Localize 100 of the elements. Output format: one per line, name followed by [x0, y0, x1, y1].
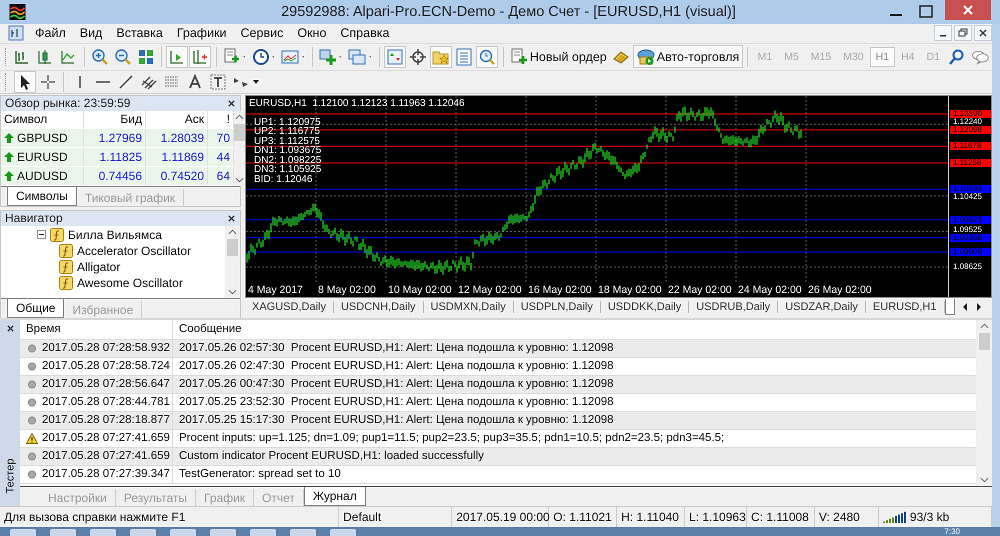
level-info-text: DN3: 1.105925	[254, 165, 322, 175]
tree-item[interactable]: Accelerator Oscillator	[77, 244, 192, 258]
indicator-icon	[50, 228, 64, 242]
scroll-right-icon[interactable]	[974, 302, 982, 312]
menu-item[interactable]: Вставка	[109, 26, 170, 40]
market-watch-icon[interactable]	[385, 46, 406, 67]
column-header[interactable]: Время	[20, 320, 173, 339]
collapse-icon[interactable]	[37, 230, 46, 240]
close-icon[interactable]	[227, 214, 236, 223]
panel-title: Навигатор	[5, 211, 63, 226]
scrollbar[interactable]	[234, 110, 245, 186]
column-header[interactable]: Аск	[146, 110, 208, 128]
chart-tab[interactable]: USDPLN,Daily	[514, 300, 601, 313]
chart-tab[interactable]: USDRUB,Daily	[689, 300, 778, 313]
message-cell-text: Procent inputs: up=1.125; dn=1.09; pup1=11.5; pup2=23.5; pup3=35.5; pdn1=10.5; pdn2=23.5; pdn3=45.5;	[178, 431, 726, 446]
menu-item[interactable]: Сервис	[234, 26, 290, 40]
new-order-button[interactable]: Новый ордер	[506, 45, 610, 68]
menu-item[interactable]: Справка	[333, 26, 396, 40]
windows-icon[interactable]	[347, 46, 368, 67]
zoom-in-icon[interactable]	[90, 46, 110, 67]
scroll-left-icon[interactable]	[960, 302, 968, 312]
tree-item[interactable]: Билла Вильямса	[68, 228, 162, 242]
scroll-thumb[interactable]	[234, 124, 245, 141]
menu-item[interactable]: Графики	[170, 26, 234, 40]
message-cell-text: 2017.05.25 23:52:30 Procent EURUSD,H1: Alert: Цена подошла к уровню: 1.12098	[178, 395, 615, 410]
column-header[interactable]: Сообщение	[173, 320, 976, 339]
zoom-out-icon[interactable]	[112, 46, 133, 67]
price-tag: 1.09823	[950, 216, 991, 224]
price-tag: 1.09000	[950, 248, 991, 256]
scroll-down-icon[interactable]	[235, 176, 244, 183]
level-line[interactable]	[246, 146, 948, 147]
time-cell: 2017.05.28 07:27:39.347	[42, 468, 170, 480]
ask-cell: 1.28039	[146, 128, 208, 147]
level-line[interactable]	[246, 113, 948, 115]
level-line[interactable]	[246, 219, 948, 220]
chart-tab[interactable]: USDDKK,Daily	[600, 300, 690, 313]
scrollbar[interactable]	[976, 320, 992, 486]
scroll-down-icon[interactable]	[980, 476, 989, 483]
cursor-icon[interactable]	[14, 72, 34, 92]
message-cell-text: Custom indicator Procent EURUSD,H1: loaded successfully	[178, 449, 485, 464]
scroll-thumb[interactable]	[979, 332, 990, 350]
scroll-thumb[interactable]	[227, 238, 238, 256]
auto-trading-button[interactable]: Авто-торговля	[632, 45, 744, 68]
clock-icon[interactable]	[250, 46, 271, 67]
panel-tab[interactable]: Символы	[7, 186, 77, 206]
chart-window-icon	[8, 25, 24, 42]
robot-cap-icon	[636, 48, 655, 66]
minimize-icon[interactable]	[934, 25, 952, 42]
column-header[interactable]: Символ	[1, 110, 84, 128]
scroll-up-icon[interactable]	[980, 322, 989, 329]
chart-tab[interactable]: USDZAR,Daily	[778, 300, 866, 313]
price-axis-label: 1.12240	[953, 118, 982, 126]
scroll-down-icon[interactable]	[228, 288, 237, 295]
level-line[interactable]	[246, 162, 948, 164]
caret-icon[interactable]	[252, 78, 260, 85]
chart-tab[interactable]	[944, 298, 954, 315]
chart-tab[interactable]: USDMXN,Daily	[424, 300, 514, 313]
scroll-up-icon[interactable]	[228, 228, 237, 235]
tree-item[interactable]: Awesome Oscillator	[77, 276, 183, 290]
level-line[interactable]	[246, 129, 948, 130]
chart-legend: EURUSD,H1 1.12100 1.12123 1.11963 1.12046	[249, 98, 465, 109]
price-tag: 1.12500	[950, 110, 991, 118]
time-cell: 2017.05.28 07:28:56.647	[42, 378, 170, 390]
level-info-text: UP1: 1.120975	[254, 118, 322, 128]
level-line[interactable]	[246, 236, 948, 238]
text-label-icon[interactable]	[208, 72, 228, 92]
price-tag: 1.09368	[950, 234, 991, 242]
tree-item[interactable]: Alligator	[77, 260, 120, 274]
symbol-cell: EURUSD	[17, 150, 68, 164]
scrollbar[interactable]	[225, 226, 240, 298]
time-axis-label: 18 May 02:00	[598, 284, 662, 296]
menu-item[interactable]: Файл	[28, 26, 73, 40]
message-cell-text: 2017.05.26 02:57:30 Procent EURUSD,H1: Alert: Цена подошла к уровню: 1.12098	[178, 341, 615, 356]
time-axis-label: 24 May 02:00	[738, 284, 802, 296]
message-cell-text: 2017.05.26 00:47:30 Procent EURUSD,H1: Alert: Цена подошла к уровню: 1.12098	[178, 377, 615, 392]
level-info-text: DN1: 1.093675	[254, 146, 322, 156]
autoscroll-icon[interactable]	[167, 46, 187, 67]
restore-icon[interactable]	[954, 25, 972, 42]
panel-tab[interactable]: Общие	[7, 298, 64, 318]
panel-tab[interactable]: Журнал	[304, 486, 366, 506]
symbol-cell: AUDUSD	[17, 168, 68, 183]
menu-item[interactable]: Вид	[72, 26, 110, 40]
time-axis-label: 10 May 02:00	[388, 284, 452, 296]
time-cell: 2017.05.28 07:28:44.781	[42, 396, 170, 408]
chart-tab[interactable]: USDCNH,Daily	[334, 300, 424, 313]
clock-magnifier-icon[interactable]	[477, 46, 498, 67]
scroll-up-icon[interactable]	[235, 114, 244, 120]
menu-item[interactable]: Окно	[290, 26, 334, 40]
chart-tab[interactable]: XAGUSD,Daily	[245, 300, 334, 313]
close-icon[interactable]	[6, 324, 14, 333]
chart-shift-icon[interactable]	[190, 46, 210, 67]
add-indicator-icon[interactable]	[318, 46, 338, 67]
column-header[interactable]: Бид	[84, 110, 146, 128]
time-cell: 2017.05.28 07:27:41.659	[42, 432, 170, 444]
symbol-cell: GBPUSD	[17, 130, 68, 145]
list-icon[interactable]	[454, 46, 474, 67]
crosshair-icon[interactable]	[408, 46, 428, 67]
status-text: H: 1.11040	[621, 510, 679, 524]
message-cell-text: 2017.05.25 15:17:30 Procent EURUSD,H1: Alert: Цена подошла к уровню: 1.12098	[178, 413, 615, 428]
close-icon[interactable]	[227, 98, 236, 108]
